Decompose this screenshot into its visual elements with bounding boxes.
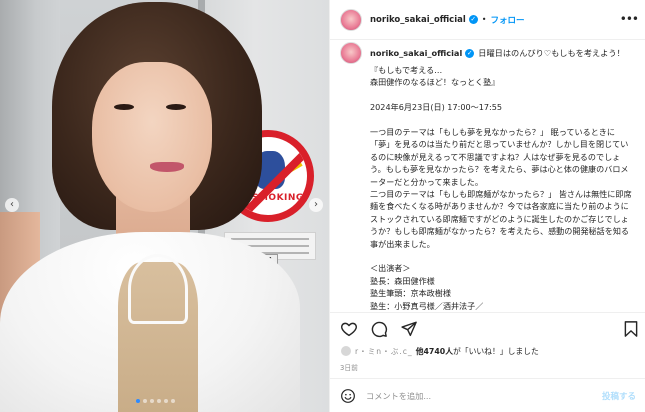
post-timestamp[interactable]: 3日前	[340, 362, 358, 372]
carousel-dot[interactable]	[150, 399, 154, 403]
blouse-tie	[128, 254, 188, 324]
caption-username[interactable]: noriko_sakai_official	[370, 48, 462, 58]
carousel-dot[interactable]	[171, 399, 175, 403]
carousel-dots	[136, 399, 175, 403]
caption-first-line: 日曜日はのんびり♡もしもを考えよう！	[478, 48, 625, 58]
post-header: noriko_sakai_official ✓ • フォロー •••	[330, 0, 645, 40]
likes-row: r・ミn・ぶ.c_ 他4740人が「いいね！」しました	[340, 344, 640, 358]
comment-input[interactable]	[366, 390, 602, 401]
avatar[interactable]	[340, 8, 362, 31]
caption-line: 『もしもで考える…	[370, 65, 443, 75]
carousel-dot[interactable]	[157, 399, 161, 403]
comment-icon[interactable]	[370, 320, 388, 338]
divider	[330, 312, 645, 313]
likes-suffix: が「いいね！」しました	[453, 346, 539, 356]
caption-line: 塾長：森田健作様	[370, 275, 435, 286]
caption-avatar[interactable]	[340, 42, 362, 64]
likes-count[interactable]: 他4740人	[416, 347, 453, 356]
liker-name[interactable]: r・ミn・ぶ.c_	[355, 346, 413, 357]
header-separator: •	[481, 15, 487, 24]
person-eye-right	[166, 104, 186, 110]
person-eye-left	[114, 104, 134, 110]
more-options-icon[interactable]: •••	[620, 12, 639, 26]
post-panel: noriko_sakai_official ✓ • フォロー ••• norik…	[329, 0, 645, 412]
caption-line: 塾生：小野真弓様／酒井法子／	[370, 300, 484, 310]
carousel-prev-button[interactable]: ‹	[5, 198, 19, 212]
caption-line: 森田健作のなるほど！なっとく塾』	[370, 77, 500, 88]
carousel-dot[interactable]	[164, 399, 168, 403]
caption-line: ＜出演者＞	[370, 263, 411, 274]
caption-header: noriko_sakai_official ✓ 日曜日はのんびり♡もしもを考えよ…	[340, 42, 640, 64]
likes-text: 他4740人が「いいね！」しました	[416, 346, 539, 357]
comment-bar: 投稿する	[330, 378, 645, 412]
caption-line: 二つ目のテーマは「もしも即席麺がなかったら？」 皆さんは無性に即席麺を食べたくな…	[370, 189, 632, 249]
caption-line: 2024年6月23日(日) 17:00〜17:55	[370, 102, 503, 113]
carousel-dot[interactable]	[136, 399, 140, 403]
share-icon[interactable]	[400, 320, 418, 338]
emoji-icon[interactable]	[340, 388, 356, 404]
header-username[interactable]: noriko_sakai_official	[370, 15, 466, 25]
carousel-next-button[interactable]: ›	[309, 198, 323, 212]
caption-line: 塾生筆頭：京本政樹様	[370, 288, 451, 299]
verified-badge-icon: ✓	[468, 15, 478, 24]
heart-icon[interactable]	[340, 320, 358, 338]
caption: noriko_sakai_official ✓ 日曜日はのんびり♡もしもを考えよ…	[340, 42, 640, 310]
follow-button[interactable]: フォロー	[491, 14, 525, 26]
carousel-dot[interactable]	[143, 399, 147, 403]
liker-avatar[interactable]	[340, 345, 352, 357]
person-lips	[150, 162, 184, 172]
post-comment-button[interactable]: 投稿する	[602, 390, 636, 402]
post-photo[interactable]: NO SMOKING 51 ‹ ›	[0, 0, 329, 412]
action-bar	[340, 318, 640, 340]
bookmark-icon[interactable]	[622, 320, 640, 338]
person-face	[92, 62, 212, 212]
caption-body: 『もしもで考える… 森田健作のなるほど！なっとく塾』 2024年6月23日(日) 1…	[370, 64, 632, 310]
caption-line: 一つ目のテーマは「もしも夢を見なかったら？」 眠っているときに「夢」を見るのは当…	[370, 127, 629, 187]
verified-badge-icon: ✓	[465, 48, 475, 58]
